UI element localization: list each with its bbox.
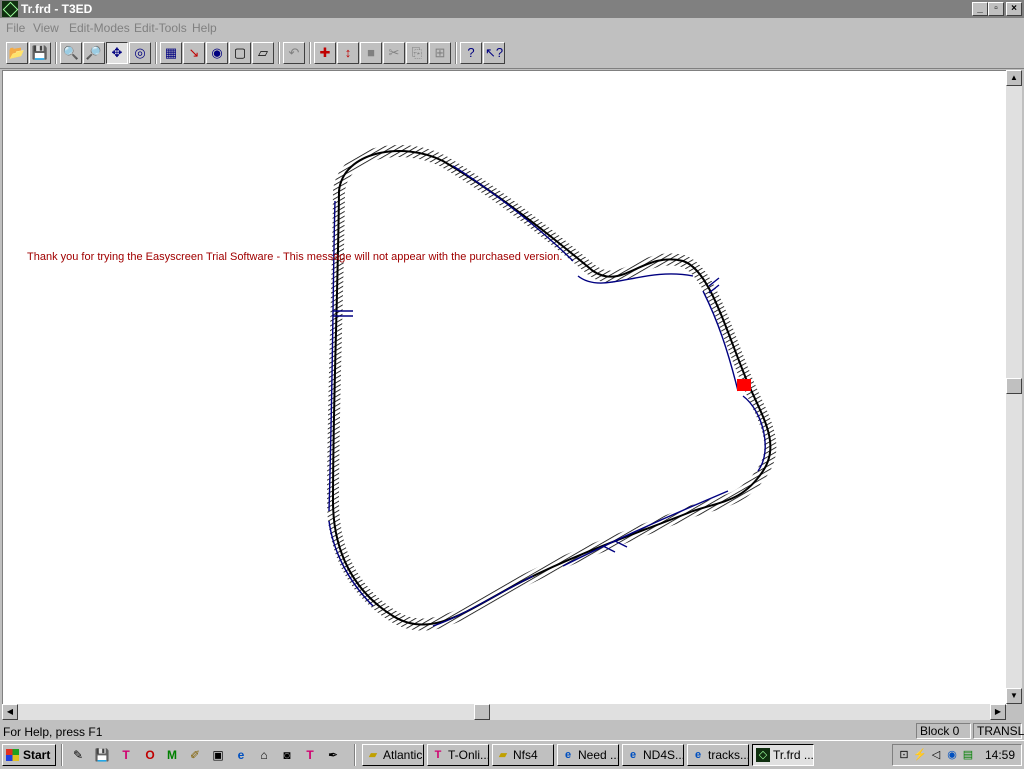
- taskbar-separator: [61, 744, 63, 766]
- status-help-text: For Help, press F1: [3, 725, 103, 739]
- title-bar: Tr.frd - T3ED _ ▫ ×: [0, 0, 1024, 18]
- track-outline: [327, 145, 777, 631]
- quicklaunch-opera-icon[interactable]: O: [142, 747, 158, 763]
- trial-message: Thank you for trying the Easyscreen Tria…: [27, 251, 563, 263]
- fill-icon[interactable]: ■: [360, 42, 382, 64]
- undo-icon[interactable]: ↶: [283, 42, 305, 64]
- menu-edit-tools[interactable]: Edit-Tools: [134, 21, 187, 35]
- vertical-scrollbar[interactable]: ▲ ▼: [1006, 70, 1022, 704]
- window-title: Tr.frd - T3ED: [21, 2, 93, 16]
- open-icon[interactable]: 📂: [6, 42, 28, 64]
- menu-bar: File View Edit-Modes Edit-Tools Help: [0, 18, 1024, 38]
- taskbar-separator: [354, 744, 356, 766]
- quicklaunch-pen-icon[interactable]: ✒: [325, 747, 341, 763]
- block-mode-icon[interactable]: ▢: [229, 42, 251, 64]
- toolbar-separator: [309, 42, 311, 64]
- menu-view[interactable]: View: [33, 21, 59, 35]
- translate-icon[interactable]: ✚: [314, 42, 336, 64]
- scroll-right-button[interactable]: ▶: [990, 704, 1006, 720]
- tray-network-icon[interactable]: ⊡: [897, 748, 911, 762]
- status-bar: For Help, press F1 Block 0 TRANSL: [0, 722, 1024, 740]
- quicklaunch-ie-icon[interactable]: e: [233, 747, 249, 763]
- clock[interactable]: 14:59: [985, 748, 1015, 762]
- status-mode: TRANSL: [973, 723, 1024, 739]
- horizontal-scroll-thumb[interactable]: [474, 704, 490, 720]
- maximize-button[interactable]: ▫: [988, 2, 1004, 16]
- zoom-out-icon[interactable]: 🔎: [83, 42, 105, 64]
- vertical-scroll-thumb[interactable]: [1006, 378, 1022, 394]
- ie-icon: e: [694, 749, 702, 761]
- folder-icon: ▰: [498, 749, 508, 761]
- rotate-view-icon[interactable]: ◎: [129, 42, 151, 64]
- save-icon[interactable]: 💾: [29, 42, 51, 64]
- copy-icon[interactable]: ⎘: [406, 42, 428, 64]
- paste-icon[interactable]: ⊞: [429, 42, 451, 64]
- start-label: Start: [23, 748, 51, 762]
- folder-icon: ▰: [368, 749, 378, 761]
- quicklaunch-search-icon[interactable]: ◙: [279, 747, 295, 763]
- node-mode-icon[interactable]: ↘: [183, 42, 205, 64]
- polygon-mode-icon[interactable]: ▱: [252, 42, 274, 64]
- quicklaunch-t-online-icon[interactable]: T: [118, 747, 134, 763]
- ie-icon: e: [564, 749, 572, 761]
- quicklaunch-t-online2-icon[interactable]: T: [302, 747, 318, 763]
- quicklaunch-window-icon[interactable]: ▣: [210, 747, 226, 763]
- tray-volume-icon[interactable]: ◁: [929, 748, 943, 762]
- menu-file[interactable]: File: [6, 21, 25, 35]
- menu-edit-modes[interactable]: Edit-Modes: [69, 21, 130, 35]
- quicklaunch-m-icon[interactable]: M: [164, 747, 180, 763]
- toolbar: 📂 💾 🔍 🔎 ✥ ◎ ▦ ↘ ◉ ▢ ▱ ↶ ✚ ↕ ■ ✂ ⎘ ⊞ ? ↖?: [0, 38, 1024, 69]
- move-icon[interactable]: ✥: [106, 42, 128, 64]
- toolbar-separator: [455, 42, 457, 64]
- minimize-button[interactable]: _: [972, 2, 988, 16]
- object-mode-icon[interactable]: ◉: [206, 42, 228, 64]
- ie-icon: e: [629, 749, 637, 761]
- t3ed-icon: ◇: [756, 748, 770, 762]
- track-mode-icon[interactable]: ▦: [160, 42, 182, 64]
- task-atlantic[interactable]: ▰ Atlantic: [362, 744, 424, 766]
- tray-eye-icon[interactable]: ◉: [945, 748, 959, 762]
- scroll-left-button[interactable]: ◀: [2, 704, 18, 720]
- cut-icon[interactable]: ✂: [383, 42, 405, 64]
- toolbar-separator: [155, 42, 157, 64]
- task-nd4s[interactable]: e ND4S...: [622, 744, 684, 766]
- taskbar: Start ✎ 💾 T O M ✐ ▣ e ⌂ ◙ T ✒ ▰ Atlantic…: [0, 740, 1024, 769]
- task-nfs4[interactable]: ▰ Nfs4: [492, 744, 554, 766]
- t-online-icon: T: [434, 749, 442, 761]
- app-icon[interactable]: [2, 1, 18, 17]
- context-help-icon[interactable]: ↖?: [483, 42, 505, 64]
- selected-block-marker[interactable]: [737, 379, 751, 391]
- quicklaunch-tool-icon[interactable]: ✐: [187, 747, 203, 763]
- toolbar-separator: [278, 42, 280, 64]
- quicklaunch-edit-icon[interactable]: ✎: [70, 747, 86, 763]
- task-tracks[interactable]: e tracks...: [687, 744, 749, 766]
- scroll-up-button[interactable]: ▲: [1006, 70, 1022, 86]
- scroll-down-button[interactable]: ▼: [1006, 688, 1022, 704]
- track-drawing: [327, 145, 777, 631]
- tray-tool-icon[interactable]: ⚡: [913, 748, 927, 762]
- task-t-online[interactable]: T T-Onli...: [427, 744, 489, 766]
- help-icon[interactable]: ?: [460, 42, 482, 64]
- close-button[interactable]: ×: [1006, 2, 1022, 16]
- track-view-canvas[interactable]: Thank you for trying the Easyscreen Tria…: [2, 70, 1007, 705]
- status-block: Block 0: [916, 723, 971, 739]
- windows-logo-icon: [6, 749, 19, 761]
- quicklaunch-network-icon[interactable]: ⌂: [256, 747, 272, 763]
- task-tr-frd[interactable]: ◇ Tr.frd ...: [752, 744, 814, 766]
- vertical-move-icon[interactable]: ↕: [337, 42, 359, 64]
- task-need[interactable]: e Need ...: [557, 744, 619, 766]
- tray-monitor-icon[interactable]: ▤: [961, 748, 975, 762]
- horizontal-scrollbar[interactable]: ◀ ▶: [2, 704, 1006, 720]
- menu-help[interactable]: Help: [192, 21, 217, 35]
- toolbar-separator: [55, 42, 57, 64]
- start-button[interactable]: Start: [2, 744, 56, 766]
- zoom-in-icon[interactable]: 🔍: [60, 42, 82, 64]
- quicklaunch-save-icon[interactable]: 💾: [94, 747, 110, 763]
- system-tray: ⊡ ⚡ ◁ ◉ ▤ 14:59: [892, 744, 1022, 766]
